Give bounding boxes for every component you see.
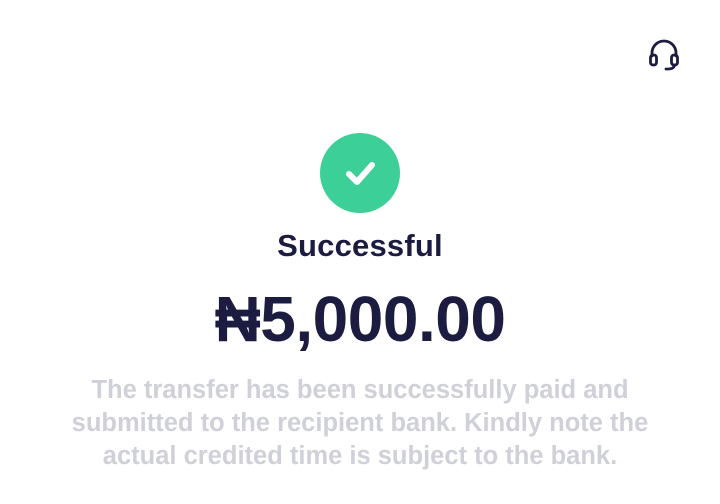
transfer-status-message: The transfer has been successfully paid …	[71, 376, 649, 470]
status-title: Successful	[277, 228, 443, 263]
transfer-amount: ₦5,000.00	[214, 283, 506, 355]
customer-support-button[interactable]	[640, 30, 688, 78]
success-status-icon	[320, 133, 400, 213]
check-icon	[346, 162, 375, 185]
headset-icon	[649, 39, 679, 71]
